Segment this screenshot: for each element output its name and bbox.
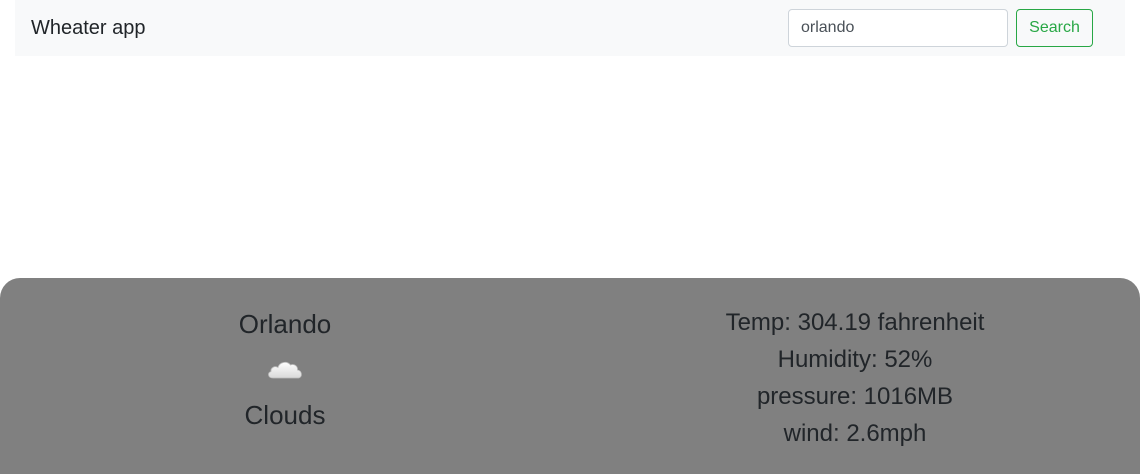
search-input[interactable] (788, 9, 1008, 47)
search-button[interactable]: Search (1016, 9, 1093, 47)
navbar: Wheater app Search (15, 0, 1125, 56)
wind-text: wind: 2.6mph (783, 420, 927, 447)
weather-condition: Clouds (244, 400, 326, 430)
city-name: Orlando (238, 309, 332, 339)
cloud-icon (268, 361, 302, 379)
temperature-text: Temp: 304.19 fahrenheit (725, 309, 985, 336)
weather-summary: Orlando Clouds (0, 278, 570, 474)
search-form: Search (788, 9, 1093, 47)
weather-card: Orlando Clouds Temp: 304.19 fahrenheit H… (0, 278, 1140, 474)
humidity-text: Humidity: 52% (777, 346, 933, 373)
brand-link[interactable]: Wheater app (31, 18, 146, 38)
pressure-text: pressure: 1016MB (756, 383, 954, 410)
weather-details: Temp: 304.19 fahrenheit Humidity: 52% pr… (570, 304, 1140, 452)
